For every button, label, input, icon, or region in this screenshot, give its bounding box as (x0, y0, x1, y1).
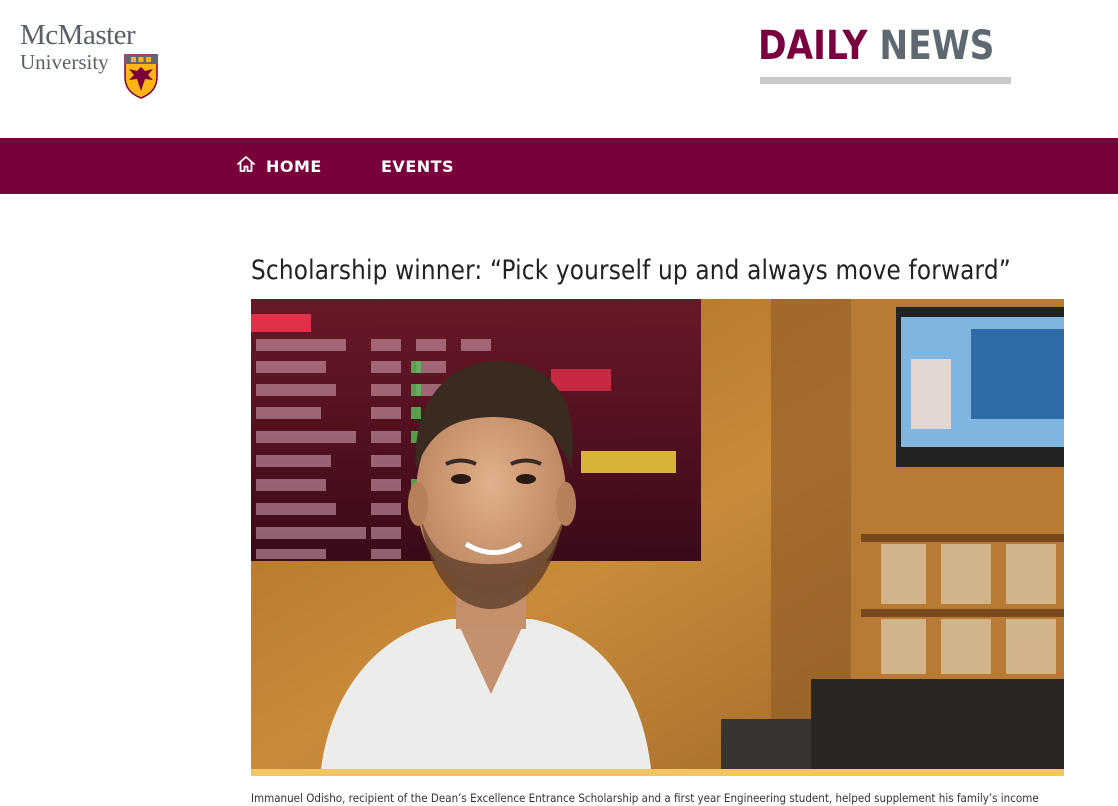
photo-accent-bar (251, 769, 1064, 776)
photo-caption: Immanuel Odisho, recipient of the Dean’s… (251, 791, 1039, 805)
home-icon (237, 156, 255, 172)
main-nav: HOME EVENTS (0, 138, 1118, 194)
crest-icon (124, 54, 158, 99)
logo-line2: University (20, 50, 109, 74)
article-headline: Scholarship winner: “Pick yourself up an… (251, 255, 1011, 286)
nav-home-label: HOME (266, 156, 322, 176)
site-title-underline (760, 77, 1011, 84)
article-photo (251, 299, 1064, 769)
site-title-daily: DAILY (758, 23, 868, 69)
nav-events-link[interactable]: EVENTS (381, 138, 454, 194)
nav-home-link[interactable]: HOME (236, 138, 322, 194)
site-title-news: NEWS (879, 23, 995, 69)
nav-events-label: EVENTS (381, 156, 455, 176)
mcmaster-logo[interactable]: McMaster University (20, 20, 165, 100)
logo-line1: McMaster (20, 19, 136, 51)
photo-illustration (251, 299, 1064, 769)
